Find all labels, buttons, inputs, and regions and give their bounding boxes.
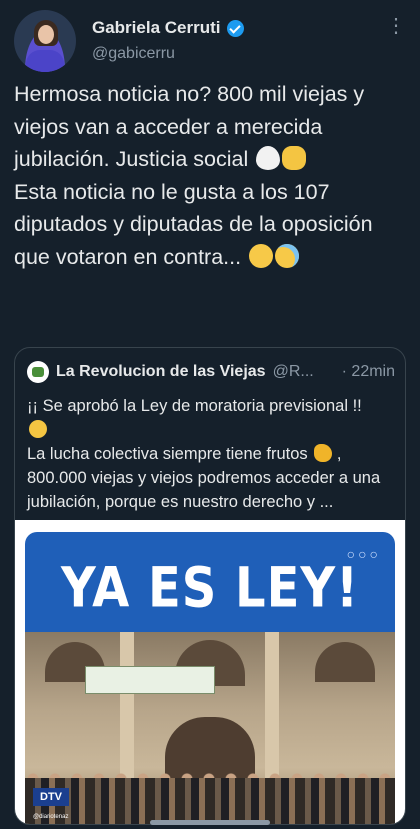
quoted-author-avatar[interactable] — [27, 361, 49, 383]
quoted-tweet-text: ¡¡ Se aprobó la Ley de moratoria previsi… — [27, 394, 395, 514]
banner-title: YA ES LEY! — [60, 555, 360, 621]
quoted-tweet-image[interactable]: ○○○ YA ES LEY! DTV @diariotenaz — [15, 520, 405, 824]
quoted-tweet-header: La Revolucion de las Viejas @R... · 22mi… — [27, 360, 395, 384]
quoted-tweet[interactable]: La Revolucion de las Viejas @R... · 22mi… — [14, 347, 406, 825]
muscle-emoji — [314, 444, 333, 462]
quoted-author-name[interactable]: La Revolucion de las Viejas — [56, 363, 266, 381]
tweet-header: Gabriela Cerruti @gabicerru ⋮ — [14, 10, 406, 72]
image-banner: ○○○ YA ES LEY! — [25, 532, 395, 632]
quoted-text-line2: La lucha colectiva siempre tiene frutos — [27, 445, 308, 463]
yawn-emoji — [249, 243, 274, 268]
congress-photo: DTV @diariotenaz — [25, 632, 395, 824]
author-avatar[interactable] — [14, 10, 76, 72]
banner-sign — [85, 666, 215, 694]
quoted-text-line1: ¡¡ Se aprobó la Ley de moratoria previsi… — [27, 397, 362, 415]
dtv-logo: DTV — [33, 788, 69, 806]
sweat-smile-emoji — [275, 243, 300, 268]
author-handle[interactable]: @gabicerru — [92, 45, 175, 63]
clap-emoji — [282, 146, 307, 170]
logo-handle: @diariotenaz — [33, 814, 69, 820]
tweet-text: Hermosa noticia no? 800 mil viejas y vie… — [14, 78, 406, 273]
heart-emoji — [256, 146, 281, 170]
author-name-row[interactable]: Gabriela Cerruti — [92, 18, 244, 38]
home-indicator — [150, 820, 270, 825]
author-name[interactable]: Gabriela Cerruti — [92, 18, 221, 38]
more-options-icon[interactable]: ⋮ — [386, 16, 406, 36]
tweet-text-line2: Esta noticia no le gusta a los 107 diput… — [14, 179, 373, 269]
quoted-author-handle[interactable]: @R... — [273, 363, 314, 381]
quoted-tweet-time[interactable]: · 22min — [342, 363, 395, 381]
tweet-text-line1: Hermosa noticia no? 800 mil viejas y vie… — [14, 82, 365, 171]
party-emoji — [29, 420, 47, 438]
verified-badge-icon — [226, 19, 244, 37]
